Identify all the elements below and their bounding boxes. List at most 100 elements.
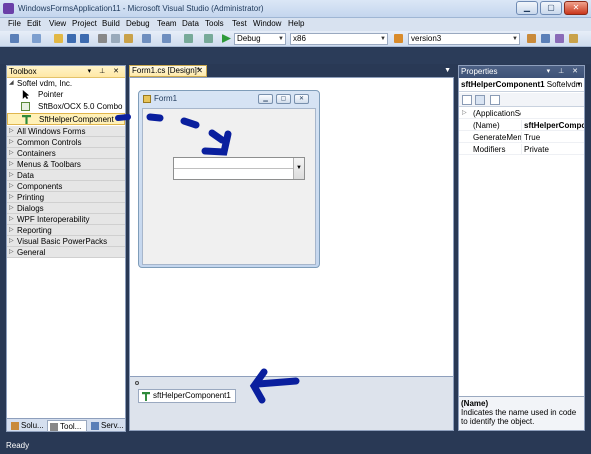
- panel-controls[interactable]: ▾ ⊥ ✕: [88, 66, 122, 77]
- redo-icon[interactable]: [162, 34, 171, 43]
- property-row[interactable]: (Name) sftHelperCompone: [459, 120, 584, 131]
- expand-icon: ▷: [9, 161, 14, 167]
- category-label: Reporting: [17, 226, 52, 235]
- solution-platform-select[interactable]: x86 ▼: [290, 33, 388, 45]
- form1-window[interactable]: Form1 ▁ ▢ ✕ ▼: [138, 90, 320, 268]
- collapse-icon[interactable]: ◢: [9, 78, 17, 89]
- tab-form1-design[interactable]: Form1.cs [Design]* ✕: [129, 65, 207, 77]
- navigate-forward-icon[interactable]: [204, 34, 213, 43]
- toolbox-category[interactable]: ▷ All Windows Forms: [7, 126, 125, 137]
- menu-build[interactable]: Build: [102, 19, 120, 28]
- tab-server-explorer[interactable]: Serv...: [89, 420, 125, 432]
- menu-team[interactable]: Team: [157, 19, 177, 28]
- menu-test[interactable]: Test: [232, 19, 247, 28]
- description-text: Indicates the name used in code to ident…: [461, 408, 577, 426]
- property-pages-icon[interactable]: [490, 95, 500, 105]
- form-title: Form1: [154, 94, 178, 103]
- property-value[interactable]: sftHelperCompone: [521, 120, 584, 130]
- toolbox-category[interactable]: ▷ Components: [7, 181, 125, 192]
- menu-tools[interactable]: Tools: [205, 19, 224, 28]
- property-value[interactable]: True: [521, 132, 584, 142]
- start-debugging-icon[interactable]: [222, 34, 231, 43]
- toolbox-title: Toolbox: [9, 67, 37, 76]
- close-button[interactable]: ✕: [564, 1, 588, 15]
- property-description: (Name) Indicates the name used in code t…: [459, 396, 584, 430]
- save-icon[interactable]: [67, 34, 76, 43]
- tab-toolbox[interactable]: Tool...: [47, 420, 87, 432]
- property-row[interactable]: GenerateMem True: [459, 132, 584, 143]
- alphabetical-icon[interactable]: [475, 95, 485, 105]
- find-in-files-icon[interactable]: [394, 34, 403, 43]
- navigate-backward-icon[interactable]: [184, 34, 193, 43]
- close-tab-icon[interactable]: ✕: [196, 66, 203, 76]
- toolbox-icon[interactable]: [569, 34, 578, 43]
- menu-debug[interactable]: Debug: [126, 19, 150, 28]
- toolbox-category[interactable]: ▷ WPF Interoperability: [7, 214, 125, 225]
- visual-studio-window: WindowsFormsApplication11 - Microsoft Vi…: [0, 0, 591, 454]
- helper-component-icon: [142, 392, 150, 401]
- object-selector[interactable]: sftHelperComponent1 Softelvdm ▼: [459, 78, 584, 92]
- toolbox-category[interactable]: ▷ Menus & Toolbars: [7, 159, 125, 170]
- category-label: Menus & Toolbars: [17, 160, 81, 169]
- menu-view[interactable]: View: [49, 19, 66, 28]
- toolbox-category[interactable]: ▷ Common Controls: [7, 137, 125, 148]
- selected-object-name: sftHelperComponent1: [461, 80, 545, 89]
- chevron-down-icon[interactable]: ▼: [293, 158, 304, 179]
- toolbox-group-softel[interactable]: ◢ Softel vdm, Inc.: [7, 78, 125, 89]
- cut-icon[interactable]: [98, 34, 107, 43]
- property-row[interactable]: ▷ (ApplicationSe: [459, 108, 584, 119]
- tray-component-sfthelpercomponent1[interactable]: sftHelperComponent1: [138, 389, 236, 403]
- toolbox-category[interactable]: ▷ Dialogs: [7, 203, 125, 214]
- toolbox-category[interactable]: ▷ Reporting: [7, 225, 125, 236]
- minimize-button[interactable]: ▁: [516, 1, 538, 15]
- helper-component-icon: [22, 115, 31, 124]
- toolbox-category[interactable]: ▷ Visual Basic PowerPacks: [7, 236, 125, 247]
- expand-icon[interactable]: ▷: [462, 108, 467, 118]
- property-row[interactable]: Modifiers Private: [459, 144, 584, 155]
- toolbox-category[interactable]: ▷ Containers: [7, 148, 125, 159]
- expand-icon: ▷: [9, 172, 14, 178]
- toolbox-category[interactable]: ▷ Data: [7, 170, 125, 181]
- sftbox-combo-control[interactable]: ▼: [173, 157, 305, 180]
- expand-icon: ▷: [9, 139, 14, 145]
- menu-file[interactable]: File: [8, 19, 21, 28]
- menu-data[interactable]: Data: [182, 19, 199, 28]
- toolbox-item-pointer[interactable]: Pointer: [7, 89, 125, 100]
- find-combo[interactable]: version3 ▼: [408, 33, 520, 45]
- paste-icon[interactable]: [124, 34, 133, 43]
- tab-solution-explorer[interactable]: Solu...: [9, 420, 45, 432]
- design-surface[interactable]: Form1 ▁ ▢ ✕ ▼: [129, 77, 454, 377]
- maximize-button[interactable]: ▢: [540, 1, 562, 15]
- standard-toolbar: Debug ▼ x86 ▼ version3 ▼: [0, 31, 591, 47]
- form-client-area[interactable]: ▼: [142, 108, 316, 265]
- open-file-icon[interactable]: [54, 34, 63, 43]
- property-value[interactable]: Private: [521, 144, 584, 154]
- copy-icon[interactable]: [111, 34, 120, 43]
- expand-icon: ▷: [9, 227, 14, 233]
- add-item-icon[interactable]: [32, 34, 41, 43]
- toolbox-category[interactable]: ▷ Printing: [7, 192, 125, 203]
- form-icon: [143, 95, 151, 103]
- new-project-icon[interactable]: [10, 34, 19, 43]
- panel-controls[interactable]: ▾ ⊥ ✕: [547, 66, 581, 78]
- title-bar: WindowsFormsApplication11 - Microsoft Vi…: [0, 0, 591, 18]
- menu-edit[interactable]: Edit: [27, 19, 41, 28]
- description-title: (Name): [461, 399, 489, 408]
- document-list-dropdown-icon[interactable]: ▼: [444, 67, 451, 74]
- toolbox-category[interactable]: ▷ General: [7, 247, 125, 258]
- save-all-icon[interactable]: [80, 34, 89, 43]
- tray-component-label: sftHelperComponent1: [153, 391, 231, 400]
- undo-icon[interactable]: [142, 34, 151, 43]
- toolbox-item-label: SftHelperComponent: [39, 115, 114, 124]
- menu-window[interactable]: Window: [253, 19, 281, 28]
- solution-explorer-icon[interactable]: [527, 34, 536, 43]
- properties-window-icon[interactable]: [541, 34, 550, 43]
- solution-configuration-select[interactable]: Debug ▼: [234, 33, 286, 45]
- object-browser-icon[interactable]: [555, 34, 564, 43]
- toolbox-item-sftbox-combo[interactable]: SftBox/OCX 5.0 Combo ...: [7, 101, 125, 112]
- category-label: Common Controls: [17, 138, 82, 147]
- menu-project[interactable]: Project: [72, 19, 97, 28]
- menu-help[interactable]: Help: [288, 19, 304, 28]
- categorized-icon[interactable]: [462, 95, 472, 105]
- toolbox-item-sfthelpercomponent[interactable]: SftHelperComponent: [7, 113, 125, 125]
